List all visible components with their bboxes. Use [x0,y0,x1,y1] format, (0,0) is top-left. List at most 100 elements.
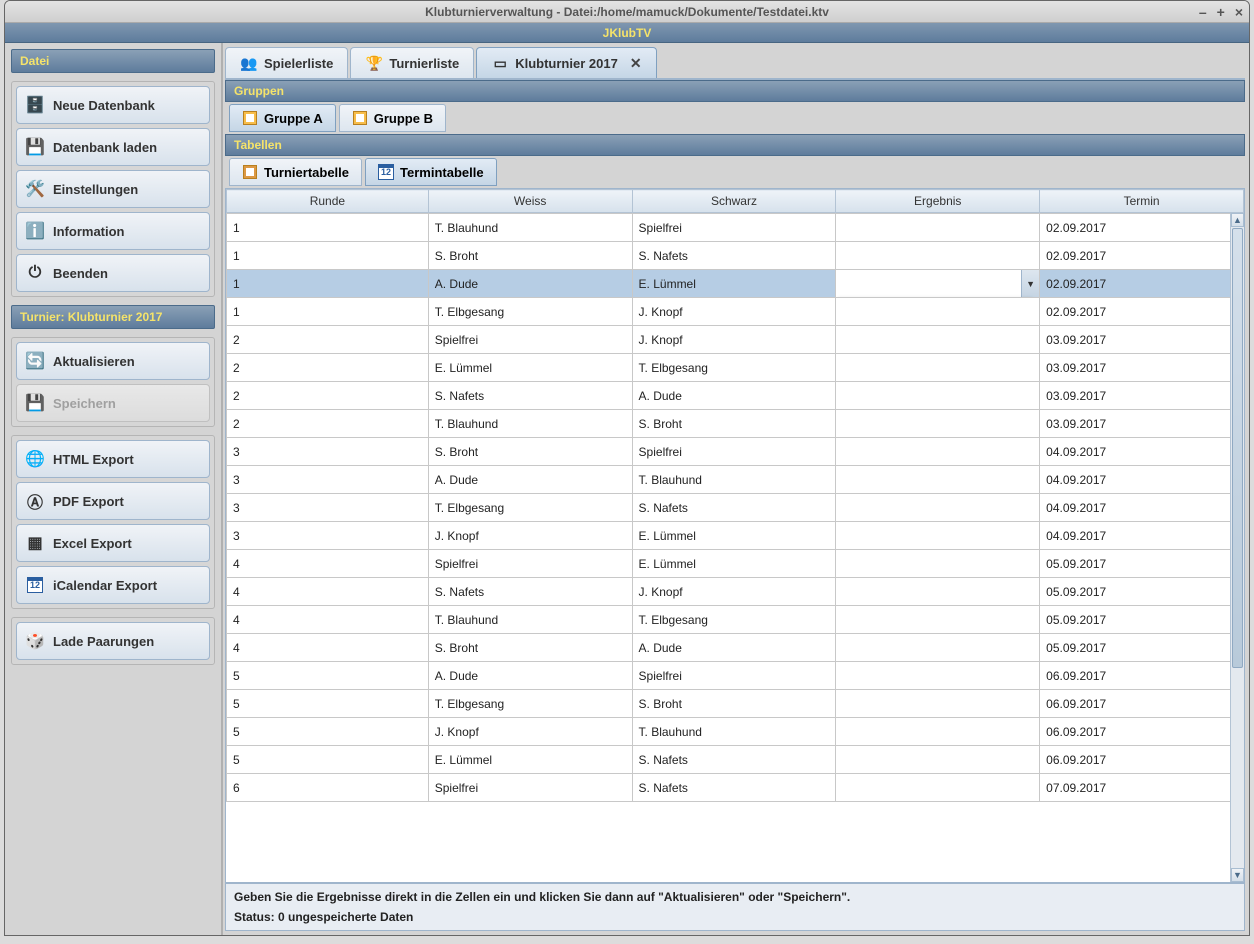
sidebar-btn-excel-export[interactable]: ▦Excel Export [16,524,210,562]
cell-termin[interactable]: 04.09.2017 [1040,466,1244,494]
cell-ergebnis[interactable] [836,354,1040,382]
cell-ergebnis[interactable] [836,382,1040,410]
cell-schwarz[interactable]: Spielfrei [632,214,836,242]
col-weiss[interactable]: Weiss [428,190,632,213]
scroll-down-icon[interactable]: ▼ [1231,868,1244,882]
minimize-icon[interactable]: – [1199,4,1207,20]
cell-runde[interactable]: 3 [227,522,429,550]
group-tab-gruppe-b[interactable]: Gruppe B [339,104,446,132]
table-row[interactable]: 6SpielfreiS. Nafets07.09.2017 [227,774,1244,802]
ergebnis-input[interactable] [836,270,1021,297]
cell-runde[interactable]: 3 [227,466,429,494]
cell-runde[interactable]: 1 [227,270,429,298]
cell-runde[interactable]: 4 [227,606,429,634]
cell-ergebnis[interactable] [836,774,1040,802]
cell-schwarz[interactable]: Spielfrei [632,438,836,466]
cell-runde[interactable]: 3 [227,438,429,466]
cell-ergebnis[interactable] [836,242,1040,270]
table-row[interactable]: 1T. BlauhundSpielfrei02.09.2017 [227,214,1244,242]
cell-runde[interactable]: 4 [227,550,429,578]
cell-schwarz[interactable]: J. Knopf [632,578,836,606]
cell-termin[interactable]: 05.09.2017 [1040,578,1244,606]
cell-termin[interactable]: 04.09.2017 [1040,522,1244,550]
cell-runde[interactable]: 1 [227,214,429,242]
cell-schwarz[interactable]: A. Dude [632,382,836,410]
cell-termin[interactable]: 06.09.2017 [1040,690,1244,718]
cell-termin[interactable]: 05.09.2017 [1040,606,1244,634]
col-ergebnis[interactable]: Ergebnis [836,190,1040,213]
cell-ergebnis[interactable] [836,494,1040,522]
vertical-scrollbar[interactable]: ▲ ▼ [1230,213,1244,882]
tabletab-termintabelle[interactable]: 12Termintabelle [365,158,497,186]
cell-ergebnis[interactable] [836,606,1040,634]
cell-schwarz[interactable]: S. Nafets [632,494,836,522]
tab-klubturnier-2017[interactable]: ▭Klubturnier 2017✕ [476,47,656,78]
scroll-up-icon[interactable]: ▲ [1231,213,1244,227]
cell-runde[interactable]: 2 [227,382,429,410]
tabletab-turniertabelle[interactable]: Turniertabelle [229,158,362,186]
cell-termin[interactable]: 06.09.2017 [1040,746,1244,774]
cell-schwarz[interactable]: S. Broht [632,410,836,438]
table-row[interactable]: 5J. KnopfT. Blauhund06.09.2017 [227,718,1244,746]
table-row[interactable]: 3T. ElbgesangS. Nafets04.09.2017 [227,494,1244,522]
cell-runde[interactable]: 2 [227,410,429,438]
group-tab-gruppe-a[interactable]: Gruppe A [229,104,336,132]
sidebar-btn-lade-paarungen[interactable]: 🎲Lade Paarungen [16,622,210,660]
col-termin[interactable]: Termin [1040,190,1244,213]
table-row[interactable]: 4S. NafetsJ. Knopf 05.09.2017 [227,578,1244,606]
cell-termin[interactable]: 05.09.2017 [1040,634,1244,662]
cell-ergebnis[interactable] [836,466,1040,494]
cell-ergebnis[interactable] [836,298,1040,326]
cell-schwarz[interactable]: T. Elbgesang [632,354,836,382]
cell-schwarz[interactable]: J. Knopf [632,326,836,354]
cell-weiss[interactable]: E. Lümmel [428,746,632,774]
cell-weiss[interactable]: T. Blauhund [428,606,632,634]
cell-schwarz[interactable]: T. Elbgesang [632,606,836,634]
cell-schwarz[interactable]: T. Blauhund [632,718,836,746]
cell-weiss[interactable]: S. Nafets [428,578,632,606]
cell-weiss[interactable]: T. Blauhund [428,214,632,242]
cell-schwarz[interactable]: A. Dude [632,634,836,662]
table-row[interactable]: 2E. LümmelT. Elbgesang03.09.2017 [227,354,1244,382]
cell-runde[interactable]: 4 [227,578,429,606]
table-row[interactable]: 4S. BrohtA. Dude05.09.2017 [227,634,1244,662]
cell-runde[interactable]: 1 [227,298,429,326]
cell-ergebnis[interactable] [836,550,1040,578]
cell-ergebnis[interactable] [836,522,1040,550]
tab-close-icon[interactable]: ✕ [630,55,642,72]
cell-weiss[interactable]: J. Knopf [428,718,632,746]
cell-runde[interactable]: 5 [227,746,429,774]
cell-weiss[interactable]: Spielfrei [428,550,632,578]
cell-termin[interactable]: 02.09.2017 [1040,298,1244,326]
cell-termin[interactable]: 04.09.2017 [1040,438,1244,466]
cell-weiss[interactable]: J. Knopf [428,522,632,550]
table-row[interactable]: 1A. DudeE. Lümmel▼0 - 1½ - ½1 - 0- / ++ … [227,270,1244,298]
table-row[interactable]: 5A. DudeSpielfrei06.09.2017 [227,662,1244,690]
cell-weiss[interactable]: T. Elbgesang [428,494,632,522]
cell-termin[interactable]: 03.09.2017 [1040,326,1244,354]
cell-termin[interactable]: 03.09.2017 [1040,354,1244,382]
cell-runde[interactable]: 6 [227,774,429,802]
table-row[interactable]: 1T. ElbgesangJ. Knopf02.09.2017 [227,298,1244,326]
cell-weiss[interactable]: A. Dude [428,270,632,298]
table-row[interactable]: 3J. KnopfE. Lümmel04.09.2017 [227,522,1244,550]
table-row[interactable]: 2S. NafetsA. Dude03.09.2017 [227,382,1244,410]
sidebar-btn-beenden[interactable]: ⏻Beenden [16,254,210,292]
cell-ergebnis[interactable] [836,718,1040,746]
cell-runde[interactable]: 2 [227,326,429,354]
cell-weiss[interactable]: T. Blauhund [428,410,632,438]
cell-runde[interactable]: 5 [227,662,429,690]
cell-termin[interactable]: 06.09.2017 [1040,718,1244,746]
cell-ergebnis[interactable] [836,326,1040,354]
table-row[interactable]: 3S. BrohtSpielfrei04.09.2017 [227,438,1244,466]
cell-runde[interactable]: 4 [227,634,429,662]
sidebar-btn-einstellungen[interactable]: 🛠️Einstellungen [16,170,210,208]
maximize-icon[interactable]: + [1217,4,1225,20]
cell-ergebnis[interactable] [836,634,1040,662]
cell-schwarz[interactable]: S. Broht [632,690,836,718]
table-row[interactable]: 4T. BlauhundT. Elbgesang 05.09.2017 [227,606,1244,634]
cell-weiss[interactable]: T. Elbgesang [428,690,632,718]
cell-runde[interactable]: 5 [227,690,429,718]
cell-schwarz[interactable]: S. Nafets [632,774,836,802]
cell-termin[interactable]: 06.09.2017 [1040,662,1244,690]
